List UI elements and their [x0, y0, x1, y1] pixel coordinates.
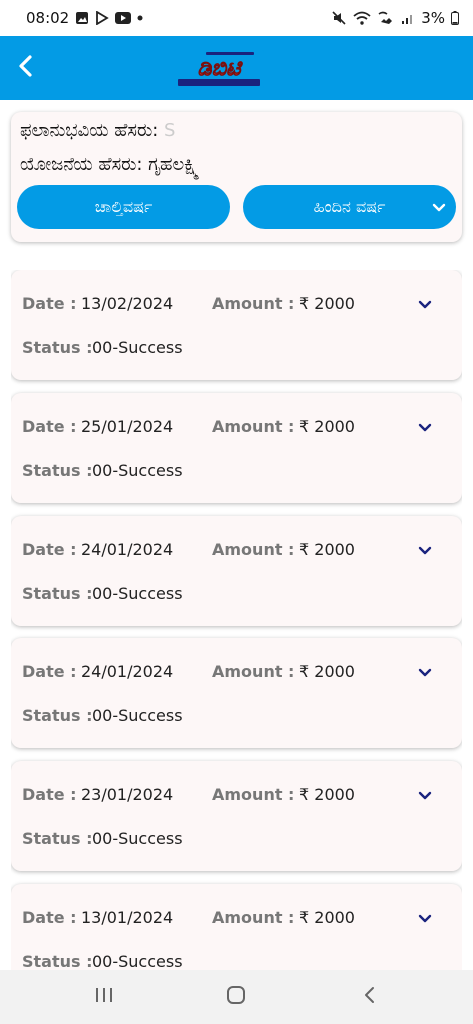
previous-year-label: ಹಿಂದಿನ ವರ್ಷ	[313, 197, 386, 216]
amount-value: ₹ 2000	[299, 294, 355, 313]
amount-label: Amount :	[212, 662, 295, 681]
status-label: Status :	[22, 952, 93, 970]
date-label: Date :	[22, 662, 77, 681]
beneficiary-name-value: S	[163, 120, 176, 141]
transaction-card[interactable]: Date : 24/01/2024 Amount : ₹ 2000 Status…	[11, 638, 462, 748]
amount-label: Amount :	[212, 417, 295, 436]
youtube-icon	[115, 12, 132, 24]
scheme-name-row: ಯೋಜನೆಯ ಹೆಸರು: ಗೃಹಲಕ್ಷ್ಮಿ	[20, 154, 199, 175]
transaction-card[interactable]: Date : 13/01/2024 Amount : ₹ 2000 Status…	[11, 884, 462, 970]
status-label: Status :	[22, 706, 93, 725]
amount-label: Amount :	[212, 785, 295, 804]
system-nav-bar	[0, 970, 473, 1024]
status-value: 00-Success	[92, 461, 183, 480]
home-button[interactable]	[216, 982, 256, 1012]
wifi-icon	[353, 11, 371, 25]
date-value: 13/01/2024	[81, 908, 174, 927]
date-label: Date :	[22, 294, 77, 313]
mute-icon	[331, 10, 347, 26]
amount-value: ₹ 2000	[299, 540, 355, 559]
date-value: 13/02/2024	[81, 294, 174, 313]
transaction-list[interactable]: Date : 13/02/2024 Amount : ₹ 2000 Status…	[11, 270, 462, 970]
back-button[interactable]	[8, 50, 44, 86]
amount-label: Amount :	[212, 540, 295, 559]
expand-chevron-icon[interactable]	[414, 908, 436, 930]
date-label: Date :	[22, 785, 77, 804]
amount-value: ₹ 2000	[299, 908, 355, 927]
date-label: Date :	[22, 908, 77, 927]
logo-text: ಡಿಬಿಟಿ	[197, 56, 243, 81]
dot-icon	[137, 15, 143, 21]
date-value: 24/01/2024	[81, 662, 174, 681]
beneficiary-card: ಫಲಾನುಭವಿಯ ಹೆಸರು: S ಯೋಜನೆಯ ಹೆಸರು: ಗೃಹಲಕ್ಷ…	[11, 112, 462, 242]
status-label: Status :	[22, 461, 93, 480]
status-value: 00-Success	[92, 338, 183, 357]
expand-chevron-icon[interactable]	[414, 417, 436, 439]
scheme-name-label: ಯೋಜನೆಯ ಹೆಸರು:	[20, 154, 149, 175]
transaction-card[interactable]: Date : 13/02/2024 Amount : ₹ 2000 Status…	[11, 270, 462, 380]
status-value: 00-Success	[92, 952, 183, 970]
status-value: 00-Success	[92, 584, 183, 603]
dbt-logo: ಡಿಬಿಟಿ	[170, 47, 268, 91]
amount-label: Amount :	[212, 908, 295, 927]
transaction-card[interactable]: Date : 23/01/2024 Amount : ₹ 2000 Status…	[11, 761, 462, 871]
beneficiary-name-row: ಫಲಾನುಭವಿಯ ಹೆಸರು: S	[20, 120, 326, 141]
chevron-down-icon	[430, 198, 448, 216]
transaction-card[interactable]: Date : 24/01/2024 Amount : ₹ 2000 Status…	[11, 516, 462, 626]
date-label: Date :	[22, 540, 77, 559]
name-redaction	[175, 122, 326, 140]
home-icon	[225, 984, 247, 1010]
status-value: 00-Success	[92, 829, 183, 848]
expand-chevron-icon[interactable]	[414, 662, 436, 684]
date-value: 25/01/2024	[81, 417, 174, 436]
status-value: 00-Success	[92, 706, 183, 725]
wifi-call-icon	[377, 11, 395, 25]
amount-label: Amount :	[212, 294, 295, 313]
date-label: Date :	[22, 417, 77, 436]
recents-icon	[93, 985, 115, 1009]
expand-chevron-icon[interactable]	[414, 785, 436, 807]
status-label: Status :	[22, 829, 93, 848]
previous-year-button[interactable]: ಹಿಂದಿನ ವರ್ಷ	[243, 185, 456, 229]
battery-icon	[451, 11, 459, 25]
system-back-button[interactable]	[350, 982, 390, 1012]
app-bar: ಡಿಬಿಟಿ	[0, 36, 473, 100]
battery-level: 3%	[421, 9, 445, 27]
status-left: 08:02	[26, 9, 143, 27]
expand-chevron-icon[interactable]	[414, 294, 436, 316]
current-year-button[interactable]: ಚಾಲ್ತಿವರ್ಷ	[17, 185, 230, 229]
date-value: 24/01/2024	[81, 540, 174, 559]
chevron-left-icon	[16, 54, 36, 82]
scheme-name-value: ಗೃಹಲಕ್ಷ್ಮಿ	[148, 154, 200, 175]
play-store-icon	[95, 11, 109, 25]
amount-value: ₹ 2000	[299, 785, 355, 804]
beneficiary-name-label: ಫಲಾನುಭವಿಯ ಹೆಸರು:	[20, 120, 164, 141]
status-time: 08:02	[26, 9, 70, 27]
gallery-icon	[75, 11, 89, 25]
current-year-label: ಚಾಲ್ತಿವರ್ಷ	[94, 197, 153, 216]
signal-icon	[401, 11, 415, 25]
status-label: Status :	[22, 338, 93, 357]
status-right: 3%	[331, 9, 459, 27]
recents-button[interactable]	[84, 982, 124, 1012]
back-icon	[362, 985, 378, 1009]
amount-value: ₹ 2000	[299, 417, 355, 436]
status-label: Status :	[22, 584, 93, 603]
amount-value: ₹ 2000	[299, 662, 355, 681]
status-bar: 08:02 3%	[0, 0, 473, 36]
date-value: 23/01/2024	[81, 785, 174, 804]
transaction-card[interactable]: Date : 25/01/2024 Amount : ₹ 2000 Status…	[11, 393, 462, 503]
expand-chevron-icon[interactable]	[414, 540, 436, 562]
